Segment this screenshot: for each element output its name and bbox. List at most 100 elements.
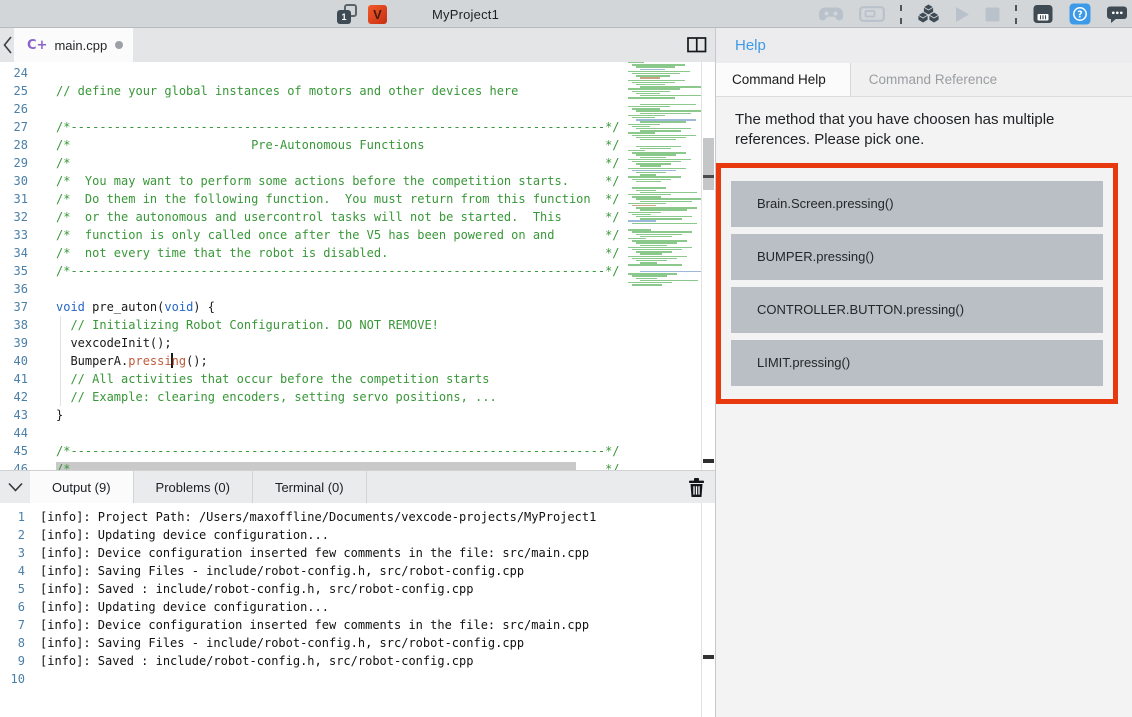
console-line-number: 8	[0, 634, 25, 652]
code-text: /* function is only called once after th…	[28, 226, 620, 244]
toolbar-divider	[900, 5, 902, 24]
console-scrollbar-track[interactable]	[701, 503, 715, 717]
build-blocks-icon[interactable]	[917, 3, 940, 25]
code-text: /* Do them in the following function. Yo…	[28, 190, 620, 208]
device-info-icon[interactable]	[1032, 3, 1054, 25]
help-tab-command-reference[interactable]: Command Reference	[851, 63, 1021, 96]
minimap-line	[636, 242, 677, 243]
line-number: 36	[0, 280, 28, 298]
stop-icon[interactable]	[985, 7, 1000, 22]
collapse-console-icon[interactable]	[0, 471, 30, 503]
tab-main-cpp[interactable]: C+ main.cpp	[14, 28, 133, 62]
code-line-41[interactable]: 41 // All activities that occur before t…	[0, 370, 715, 388]
minimap-line	[628, 62, 644, 63]
slot-selector-icon[interactable]: 1	[337, 4, 357, 24]
editor-pane: C+ main.cpp 2425// define your global in…	[0, 28, 716, 717]
code-line-45[interactable]: 45/*------------------------------------…	[0, 442, 715, 460]
minimap-line	[636, 66, 675, 67]
console-line-7: 7[info]: Device configuration inserted f…	[0, 616, 715, 634]
controller-icon[interactable]	[818, 6, 844, 23]
minimap-line	[640, 271, 703, 272]
command-option-limit-pressing[interactable]: LIMIT.pressing()	[731, 340, 1103, 386]
vex-logo-icon[interactable]: V	[368, 5, 387, 24]
console-tab-terminal-0[interactable]: Terminal (0)	[253, 471, 367, 503]
scrollbar-end-marker	[703, 459, 714, 463]
svg-text:?: ?	[1077, 9, 1083, 20]
modified-dot-icon	[115, 41, 123, 49]
code-editor[interactable]: 2425// define your global instances of m…	[0, 62, 715, 470]
console-line-10: 10	[0, 670, 715, 688]
console-line-number: 7	[0, 616, 25, 634]
slot-number: 1	[337, 10, 351, 24]
minimap-line	[636, 251, 672, 252]
code-line-35[interactable]: 35/*------------------------------------…	[0, 262, 715, 280]
help-tab-command-help[interactable]: Command Help	[716, 63, 851, 96]
code-text: // Initializing Robot Configuration. DO …	[28, 316, 439, 334]
line-number: 46	[0, 460, 28, 470]
minimap-line	[636, 146, 681, 147]
minimap-line	[632, 223, 697, 224]
feedback-icon[interactable]	[1106, 4, 1128, 24]
line-number: 40	[0, 352, 28, 370]
code-line-34[interactable]: 34/* not every time that the robot is di…	[0, 244, 715, 262]
code-text	[28, 100, 56, 118]
code-line-43[interactable]: 43}	[0, 406, 715, 424]
minimap-line	[636, 128, 691, 129]
code-text: /* You may want to perform some actions …	[28, 172, 620, 190]
code-line-32[interactable]: 32/* or the autonomous and usercontrol t…	[0, 208, 715, 226]
minimap[interactable]	[626, 62, 698, 294]
minimap-line	[640, 245, 667, 246]
clear-console-icon[interactable]	[687, 477, 706, 498]
code-line-24[interactable]: 24	[0, 64, 715, 82]
code-line-46[interactable]: 46/* */	[0, 460, 715, 470]
code-line-39[interactable]: 39 vexcodeInit();	[0, 334, 715, 352]
vexcode-window: 1 V MyProject1	[0, 0, 1132, 717]
console-line-9: 9[info]: Saved : include/robot-config.h,…	[0, 652, 715, 670]
play-icon[interactable]	[955, 6, 970, 23]
editor-scrollbar-track[interactable]	[701, 62, 715, 470]
minimap-line	[632, 152, 686, 153]
code-line-31[interactable]: 31/* Do them in the following function. …	[0, 190, 715, 208]
code-lines: 2425// define your global instances of m…	[0, 62, 715, 470]
command-option-bumper-pressing[interactable]: BUMPER.pressing()	[731, 234, 1103, 280]
code-line-37[interactable]: 37void pre_auton(void) {	[0, 298, 715, 316]
line-number: 39	[0, 334, 28, 352]
split-editor-icon[interactable]	[687, 37, 707, 53]
minimap-line	[628, 71, 690, 72]
code-line-28[interactable]: 28/* Pre-Autonomous Functions */	[0, 136, 715, 154]
editor-scrollbar-thumb[interactable]	[703, 138, 714, 190]
console-tab-output-9[interactable]: Output (9)	[30, 471, 134, 503]
minimap-line	[640, 253, 662, 254]
minimap-line	[636, 110, 701, 111]
code-line-42[interactable]: 42 // Example: clearing encoders, settin…	[0, 388, 715, 406]
code-line-36[interactable]: 36	[0, 280, 715, 298]
back-chevron-icon[interactable]	[0, 28, 14, 62]
code-line-33[interactable]: 33/* function is only called once after …	[0, 226, 715, 244]
help-icon[interactable]: ?	[1069, 3, 1091, 25]
code-line-38[interactable]: 38 // Initializing Robot Configuration. …	[0, 316, 715, 334]
code-line-25[interactable]: 25// define your global instances of mot…	[0, 82, 715, 100]
command-option-controller-button-pressing[interactable]: CONTROLLER.BUTTON.pressing()	[731, 287, 1103, 333]
code-text: /*--------------------------------------…	[28, 118, 620, 136]
line-number: 37	[0, 298, 28, 316]
minimap-line	[640, 69, 665, 70]
command-option-brain-screen-pressing[interactable]: Brain.Screen.pressing()	[731, 181, 1103, 227]
line-number: 27	[0, 118, 28, 136]
console-line-text: [info]: Saved : include/robot-config.h, …	[25, 652, 473, 670]
minimap-line	[640, 121, 686, 122]
code-line-26[interactable]: 26	[0, 100, 715, 118]
console-tab-problems-0[interactable]: Problems (0)	[134, 471, 253, 503]
minimap-line	[640, 113, 691, 114]
brain-screen-icon[interactable]	[859, 6, 885, 23]
code-line-44[interactable]: 44	[0, 424, 715, 442]
code-line-40[interactable]: 40 BumperA.pressing();	[0, 352, 715, 370]
minimap-line	[640, 148, 671, 149]
console-scrollbar-thumb[interactable]	[703, 655, 714, 659]
code-line-30[interactable]: 30/* You may want to perform some action…	[0, 172, 715, 190]
console-line-text: [info]: Device configuration inserted fe…	[25, 616, 589, 634]
code-line-29[interactable]: 29/* */	[0, 154, 715, 172]
code-line-27[interactable]: 27/*------------------------------------…	[0, 118, 715, 136]
minimap-line	[632, 108, 660, 109]
minimap-line	[636, 190, 656, 191]
console-line-5: 5[info]: Saved : include/robot-config.h,…	[0, 580, 715, 598]
